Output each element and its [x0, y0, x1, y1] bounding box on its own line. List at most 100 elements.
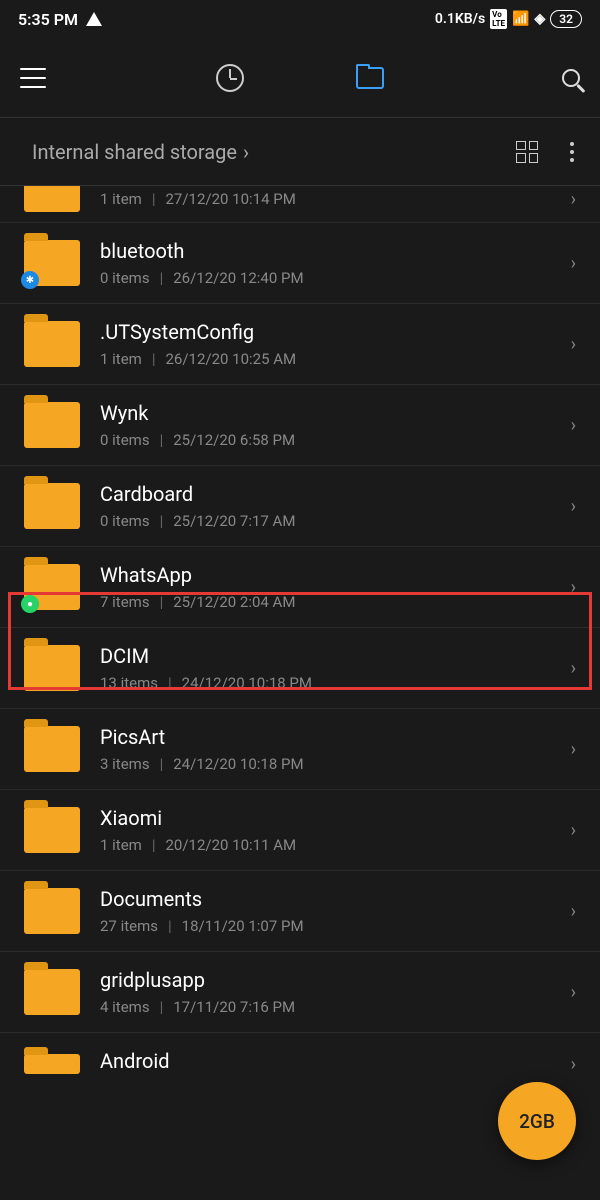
folder-item-count: 1 item — [100, 836, 142, 854]
more-options-button[interactable] — [570, 142, 574, 162]
folder-row[interactable]: Android› — [0, 1033, 600, 1079]
folder-meta: 27 items|18/11/20 1:07 PM — [100, 917, 571, 935]
folder-date: 17/11/20 7:16 PM — [173, 998, 295, 1016]
chevron-right-icon: › — [571, 1054, 576, 1075]
folder-row[interactable]: DCIM13 items|24/12/20 10:18 PM› — [0, 628, 600, 709]
folder-name: Xiaomi — [100, 806, 571, 830]
folder-row[interactable]: .UTSystemConfig1 item|26/12/20 10:25 AM› — [0, 304, 600, 385]
folder-row[interactable]: Wynk 0 items | 25/12/20 6:58 PM › — [0, 385, 600, 466]
chevron-right-icon: › — [571, 415, 576, 436]
bluetooth-badge-icon: ✱ — [21, 271, 39, 289]
separator: | — [152, 836, 156, 854]
volte-icon: VoLTE — [490, 9, 507, 29]
folder-item-count: 0 items — [100, 431, 150, 449]
chevron-right-icon: › — [571, 982, 576, 1003]
folder-item-count: 3 items — [100, 755, 150, 773]
folder-meta: 0 items | 25/12/20 6:58 PM — [100, 431, 571, 449]
folder-row[interactable]: Cardboard0 items|25/12/20 7:17 AM› — [0, 466, 600, 547]
folder-name: WhatsApp — [100, 563, 571, 587]
chevron-right-icon: › — [571, 820, 576, 841]
folder-name: Android — [100, 1049, 571, 1073]
folder-meta: 3 items|24/12/20 10:18 PM — [100, 755, 571, 773]
folder-date: 25/12/20 6:58 PM — [173, 431, 295, 449]
folder-item-count: 0 items — [100, 269, 150, 287]
folder-meta: 1 item|20/12/20 10:11 AM — [100, 836, 571, 854]
folder-icon — [24, 726, 80, 772]
folder-icon — [24, 1054, 80, 1074]
breadcrumb-bar: Internal shared storage › — [0, 118, 600, 186]
separator: | — [160, 269, 164, 287]
folder-row[interactable]: Documents 27 items|18/11/20 1:07 PM› — [0, 871, 600, 952]
breadcrumb-path: Internal shared storage — [32, 140, 237, 164]
search-button[interactable] — [562, 69, 580, 87]
folder-name: Wynk — [100, 401, 571, 425]
battery-indicator: 32 — [550, 10, 582, 28]
folder-name: Cardboard — [100, 482, 571, 506]
chevron-right-icon: › — [571, 739, 576, 760]
menu-button[interactable] — [20, 68, 46, 88]
folder-row[interactable]: ●WhatsApp7 items|25/12/20 2:04 AM› — [0, 547, 600, 628]
folder-info: WhatsApp7 items|25/12/20 2:04 AM — [100, 563, 571, 611]
separator: | — [152, 190, 156, 208]
folder-row[interactable]: gridplusapp4 items|17/11/20 7:16 PM› — [0, 952, 600, 1033]
folder-row[interactable]: PicsArt 3 items|24/12/20 10:18 PM› — [0, 709, 600, 790]
folder-meta: 13 items|24/12/20 10:18 PM — [100, 674, 571, 692]
folder-date: 26/12/20 12:40 PM — [173, 269, 303, 287]
grid-view-button[interactable] — [516, 141, 538, 163]
top-tab-bar — [0, 38, 600, 118]
folder-date: 24/12/20 10:18 PM — [173, 755, 303, 773]
folder-icon — [24, 321, 80, 367]
folder-date: 26/12/20 10:25 AM — [166, 350, 297, 368]
folder-row[interactable]: 1 item|27/12/20 10:14 PM› — [0, 186, 600, 223]
chevron-right-icon: › — [571, 901, 576, 922]
folder-meta: 7 items|25/12/20 2:04 AM — [100, 593, 571, 611]
separator: | — [160, 593, 164, 611]
storage-cleaner-fab[interactable]: 2GB — [498, 1082, 576, 1160]
folder-name: Documents — [100, 887, 571, 911]
status-bar: 5:35 PM 0.1KB/s VoLTE 📶 ◈ 32 — [0, 0, 600, 38]
folder-row[interactable]: Xiaomi1 item|20/12/20 10:11 AM› — [0, 790, 600, 871]
separator: | — [160, 431, 164, 449]
folder-date: 18/11/20 1:07 PM — [182, 917, 304, 935]
folder-row[interactable]: ✱ bluetooth 0 items | 26/12/20 12:40 PM › — [0, 223, 600, 304]
files-tab[interactable] — [356, 67, 384, 89]
folder-info: DCIM13 items|24/12/20 10:18 PM — [100, 644, 571, 692]
folder-icon: ● — [24, 564, 80, 610]
folder-info: gridplusapp4 items|17/11/20 7:16 PM — [100, 968, 571, 1016]
breadcrumb[interactable]: Internal shared storage › — [32, 140, 249, 164]
notification-icon — [86, 12, 102, 26]
folder-info: 1 item|27/12/20 10:14 PM — [100, 190, 571, 208]
folder-name: .UTSystemConfig — [100, 320, 571, 344]
separator: | — [152, 350, 156, 368]
folder-icon — [24, 645, 80, 691]
folder-icon — [24, 402, 80, 448]
chevron-right-icon: › — [571, 577, 576, 598]
chevron-right-icon: › — [571, 658, 576, 679]
folder-meta: 1 item|26/12/20 10:25 AM — [100, 350, 571, 368]
folder-meta: 0 items | 26/12/20 12:40 PM — [100, 269, 571, 287]
chevron-right-icon: › — [243, 140, 249, 164]
folder-item-count: 7 items — [100, 593, 150, 611]
folder-icon — [24, 186, 80, 212]
folder-meta: 1 item|27/12/20 10:14 PM — [100, 190, 571, 208]
folder-item-count: 27 items — [100, 917, 158, 935]
folder-info: bluetooth 0 items | 26/12/20 12:40 PM — [100, 239, 571, 287]
chevron-right-icon: › — [571, 253, 576, 274]
folder-info: Wynk 0 items | 25/12/20 6:58 PM — [100, 401, 571, 449]
folder-item-count: 13 items — [100, 674, 158, 692]
folder-item-count: 4 items — [100, 998, 150, 1016]
folder-date: 25/12/20 7:17 AM — [173, 512, 295, 530]
folder-item-count: 1 item — [100, 190, 142, 208]
folder-name: PicsArt — [100, 725, 571, 749]
folder-name: bluetooth — [100, 239, 571, 263]
folder-meta: 4 items|17/11/20 7:16 PM — [100, 998, 571, 1016]
folder-info: PicsArt 3 items|24/12/20 10:18 PM — [100, 725, 571, 773]
folder-list: 1 item|27/12/20 10:14 PM›✱bluetooth0 ite… — [0, 186, 600, 1079]
folder-meta: 0 items|25/12/20 7:17 AM — [100, 512, 571, 530]
folder-date: 24/12/20 10:18 PM — [182, 674, 312, 692]
folder-icon — [24, 807, 80, 853]
folder-item-count: 0 items — [100, 512, 150, 530]
recent-tab[interactable] — [216, 64, 244, 92]
folder-info: Cardboard 0 items|25/12/20 7:17 AM — [100, 482, 571, 530]
network-speed: 0.1KB/s — [435, 11, 485, 27]
